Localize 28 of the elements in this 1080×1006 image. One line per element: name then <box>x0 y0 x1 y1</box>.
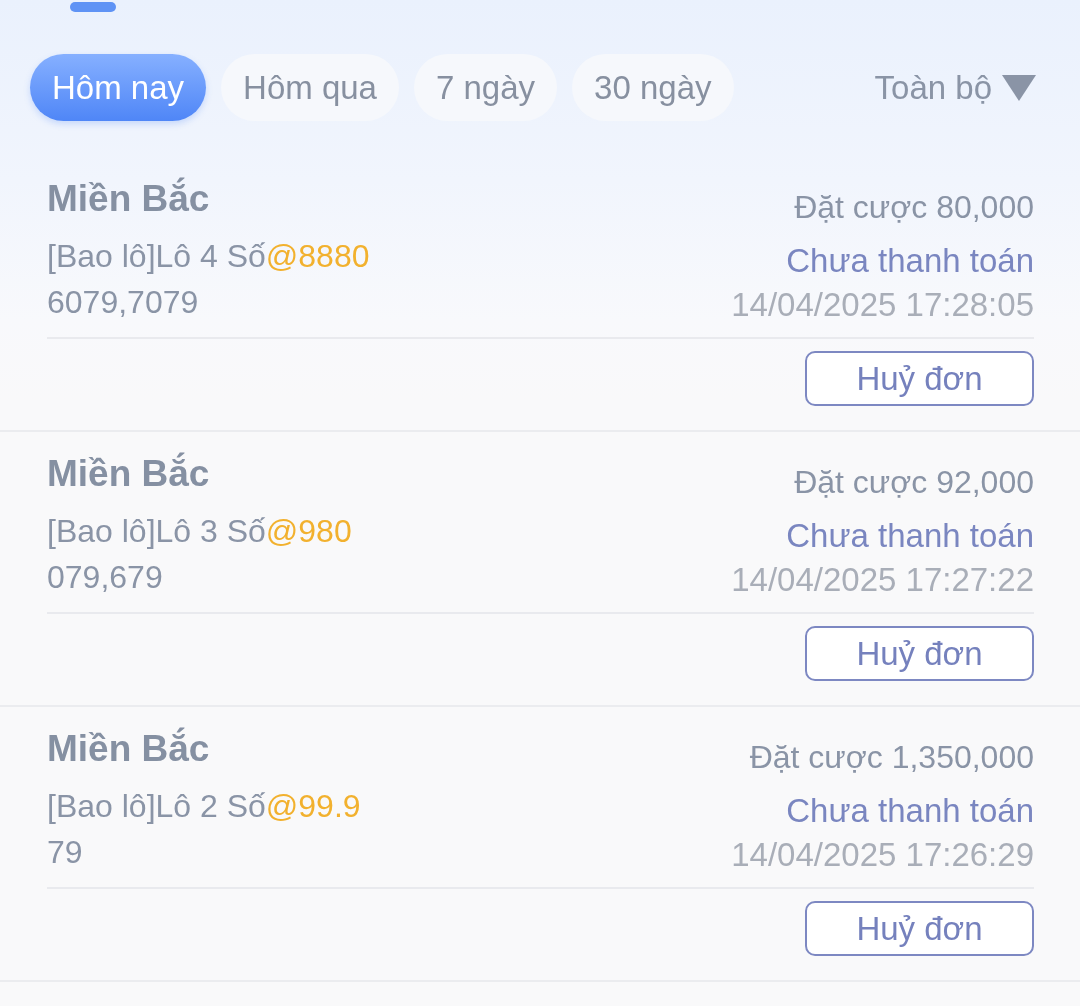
date-tab[interactable]: Hôm nay <box>30 54 207 121</box>
bet-description: [Bao lô]Lô 4 Số@8880 <box>47 237 370 276</box>
tab-indicator <box>70 2 116 12</box>
date-tab[interactable]: 30 ngày <box>572 54 734 121</box>
filter-dropdown[interactable]: Toàn bộ <box>874 68 1036 107</box>
payment-status: Chưa thanh toán <box>786 241 1034 281</box>
bet-description: [Bao lô]Lô 2 Số@99.9 <box>47 787 361 826</box>
date-tab[interactable]: 7 ngày <box>413 54 558 121</box>
caret-icon <box>1002 74 1036 101</box>
cancel-order-button[interactable]: Huỷ đơn <box>805 901 1034 956</box>
region-title: Miền Bắc <box>47 451 210 496</box>
stake-amount: Đặt cược 1,350,000 <box>749 738 1034 777</box>
cancel-order-button[interactable]: Huỷ đơn <box>805 351 1034 406</box>
bet-numbers: 6079,7079 <box>47 283 199 322</box>
payment-status: Chưa thanh toán <box>786 516 1034 556</box>
stake-amount: Đặt cược 92,000 <box>794 463 1034 502</box>
region-title: Miền Bắc <box>47 726 210 771</box>
order-time: 14/04/2025 17:27:22 <box>731 560 1034 600</box>
payment-status: Chưa thanh toán <box>786 791 1034 831</box>
date-tab[interactable]: Hôm qua <box>221 54 399 121</box>
bet-numbers: 079,679 <box>47 558 163 597</box>
region-title: Miền Bắc <box>47 176 210 221</box>
order-time: 14/04/2025 17:28:05 <box>731 285 1034 325</box>
bet-numbers: 79 <box>47 833 83 872</box>
order-time: 14/04/2025 17:26:29 <box>731 835 1034 875</box>
stake-amount: Đặt cược 80,000 <box>794 188 1034 227</box>
cancel-order-button[interactable]: Huỷ đơn <box>805 626 1034 681</box>
bet-description: [Bao lô]Lô 3 Số@980 <box>47 512 352 551</box>
